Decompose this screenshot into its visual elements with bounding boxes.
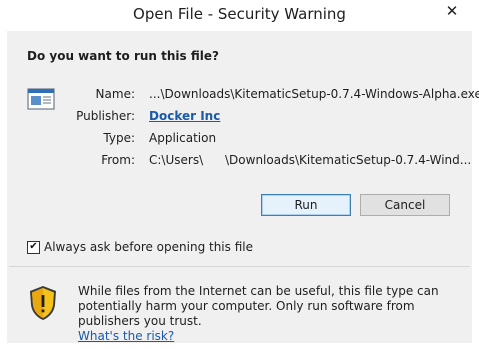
from-value-suffix: \Downloads\KitematicSetup-0.7.4-Wind... [225, 153, 472, 167]
name-value: ...\Downloads\KitematicSetup-0.7.4-Windo… [149, 87, 479, 101]
title-bar: Open File - Security Warning ✕ [0, 0, 479, 31]
window-frame-right [472, 31, 479, 349]
security-warning-window: Open File - Security Warning ✕ Do you wa… [0, 0, 479, 349]
window-frame-left [0, 31, 7, 349]
type-value: Application [149, 131, 217, 145]
cancel-button[interactable]: Cancel [360, 194, 450, 216]
always-ask-option[interactable]: ✔ Always ask before opening this file [27, 239, 253, 255]
warning-message: While files from the Internet can be use… [78, 284, 463, 344]
executable-file-icon [27, 88, 55, 110]
window-title: Open File - Security Warning [133, 5, 346, 23]
close-icon: ✕ [445, 2, 459, 20]
from-label: From: [101, 153, 135, 167]
warning-text: While files from the Internet can be use… [78, 284, 439, 328]
name-label: Name: [95, 87, 135, 101]
warning-area: While files from the Internet can be use… [9, 268, 470, 344]
dialog-panel: Do you want to run this file? Name: ...\… [9, 34, 479, 267]
run-button[interactable]: Run [261, 194, 351, 216]
type-row: Type: Application [67, 131, 467, 147]
security-shield-icon [30, 286, 56, 320]
separator [9, 266, 470, 267]
always-ask-label: Always ask before opening this file [44, 240, 253, 254]
always-ask-checkbox[interactable]: ✔ [27, 240, 40, 254]
from-value-prefix: C:\Users\ [149, 153, 204, 167]
publisher-row: Publisher: Docker Inc [67, 109, 467, 125]
dialog-question: Do you want to run this file? [27, 49, 219, 63]
from-row: From: C:\Users\ \Downloads\KitematicSetu… [67, 153, 471, 169]
publisher-link[interactable]: Docker Inc [149, 109, 220, 123]
name-row: Name: ...\Downloads\KitematicSetup-0.7.4… [67, 87, 479, 103]
type-label: Type: [103, 131, 135, 145]
close-button[interactable]: ✕ [431, 0, 473, 22]
checkmark-icon: ✔ [29, 241, 38, 252]
whats-the-risk-link[interactable]: What's the risk? [78, 329, 174, 344]
publisher-label: Publisher: [76, 109, 135, 123]
